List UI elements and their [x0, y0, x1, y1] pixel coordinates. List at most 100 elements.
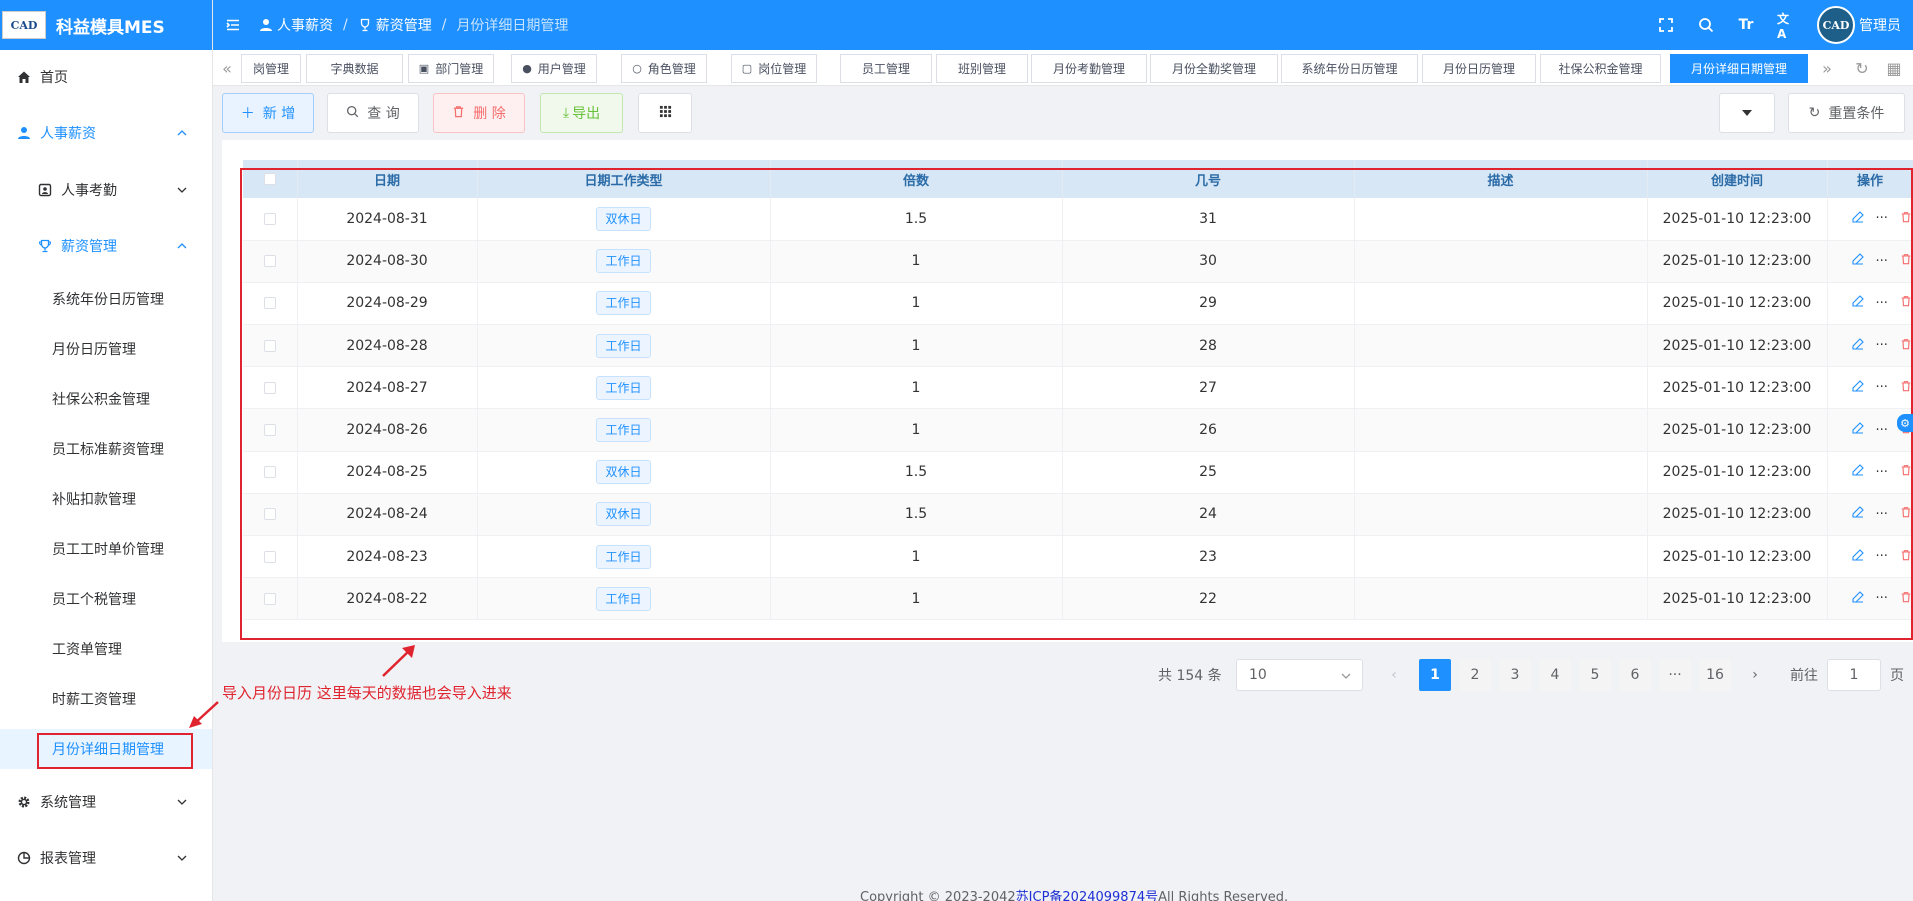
page-size-select[interactable]: 10: [1236, 659, 1363, 691]
floating-settings-icon[interactable]: ⚙: [1897, 414, 1913, 432]
tab-dict-data[interactable]: 字典数据: [306, 54, 403, 83]
trash-icon[interactable]: [1900, 506, 1912, 522]
page-number[interactable]: 16: [1699, 659, 1731, 691]
sidebar-item-hourly-price[interactable]: 员工工时单价管理: [0, 529, 212, 569]
menu-salary-mgmt[interactable]: 薪资管理: [0, 226, 212, 266]
tab-user-mgmt[interactable]: ● 用户管理: [511, 54, 597, 83]
edit-icon[interactable]: [1851, 591, 1864, 607]
table-row[interactable]: 2024-08-27 工作日 1 27 2025-01-10 12:23:00 ···: [243, 366, 1913, 410]
trash-icon[interactable]: [1900, 380, 1912, 396]
row-checkbox[interactable]: [263, 424, 276, 437]
menu-home[interactable]: 首页: [0, 57, 212, 97]
menu-hr-salary[interactable]: 人事薪资: [0, 113, 212, 153]
column-header-multiple[interactable]: 倍数: [770, 160, 1063, 198]
tab-year-calendar[interactable]: 系统年份日历管理: [1281, 54, 1418, 83]
page-number[interactable]: 3: [1499, 659, 1531, 691]
language-icon[interactable]: 文A: [1777, 12, 1795, 41]
table-row[interactable]: 2024-08-24 双休日 1.5 24 2025-01-10 12:23:00 ···: [243, 493, 1913, 537]
tab-role-mgmt[interactable]: ○ 角色管理: [621, 54, 707, 83]
column-header-date[interactable]: 日期: [297, 160, 478, 198]
tabs-scroll-right-icon[interactable]: »: [1813, 54, 1841, 83]
table-row[interactable]: 2024-08-29 工作日 1 29 2025-01-10 12:23:00 ···: [243, 282, 1913, 326]
menu-report-mgmt[interactable]: 报表管理: [0, 838, 212, 878]
tab-month-attendance[interactable]: 月份考勤管理: [1031, 54, 1147, 83]
table-row[interactable]: 2024-08-30 工作日 1 30 2025-01-10 12:23:00 ···: [243, 240, 1913, 283]
edit-icon[interactable]: [1851, 380, 1864, 396]
tab-month-bonus[interactable]: 月份全勤奖管理: [1150, 54, 1278, 83]
more-icon[interactable]: ···: [1876, 507, 1888, 522]
row-checkbox[interactable]: [263, 212, 276, 225]
column-header-type[interactable]: 日期工作类型: [477, 160, 771, 198]
trash-icon[interactable]: [1900, 591, 1912, 607]
table-row[interactable]: 2024-08-31 双休日 1.5 31 2025-01-10 12:23:00 ···: [243, 198, 1913, 241]
more-icon[interactable]: ···: [1876, 254, 1888, 269]
tab-shift-mgmt[interactable]: 班别管理: [936, 54, 1028, 83]
next-page-button[interactable]: ›: [1739, 659, 1771, 691]
prev-page-button[interactable]: ‹: [1378, 659, 1410, 691]
page-number[interactable]: 1: [1419, 659, 1451, 691]
trash-icon[interactable]: [1900, 295, 1912, 311]
more-icon[interactable]: ···: [1876, 465, 1888, 480]
query-button[interactable]: 查 询: [327, 93, 419, 133]
breadcrumb-item[interactable]: 人事薪资: [277, 15, 333, 35]
tab-employee-mgmt[interactable]: 员工管理: [840, 54, 932, 83]
table-row[interactable]: 2024-08-28 工作日 1 28 2025-01-10 12:23:00 ···: [243, 324, 1913, 368]
tab-social-insurance[interactable]: 社保公积金管理: [1540, 54, 1661, 83]
trash-icon[interactable]: [1900, 211, 1912, 227]
more-icon[interactable]: ···: [1876, 549, 1888, 564]
trash-icon[interactable]: [1900, 549, 1912, 565]
table-row[interactable]: 2024-08-22 工作日 1 22 2025-01-10 12:23:00 ···: [243, 577, 1913, 621]
page-number[interactable]: 4: [1539, 659, 1571, 691]
hamburger-icon[interactable]: [225, 17, 241, 33]
menu-system-mgmt[interactable]: 系统管理: [0, 782, 212, 822]
username[interactable]: 管理员: [1859, 15, 1901, 35]
table-row[interactable]: 2024-08-26 工作日 1 26 2025-01-10 12:23:00 ···: [243, 408, 1913, 452]
edit-icon[interactable]: [1851, 337, 1864, 354]
tab-position-mgmt[interactable]: ▢ 岗位管理: [731, 54, 817, 83]
sidebar-item-social-insurance[interactable]: 社保公积金管理: [0, 379, 212, 419]
sidebar-item-year-calendar[interactable]: 系统年份日历管理: [0, 279, 212, 319]
page-number[interactable]: 6: [1619, 659, 1651, 691]
edit-icon[interactable]: [1851, 422, 1864, 438]
table-row[interactable]: 2024-08-23 工作日 1 23 2025-01-10 12:23:00 ···: [243, 535, 1913, 579]
tab-dept-mgmt[interactable]: ▣ 部门管理: [408, 54, 494, 83]
more-icon[interactable]: ···: [1876, 423, 1888, 438]
edit-icon[interactable]: [1851, 464, 1864, 480]
trash-icon[interactable]: [1900, 338, 1912, 354]
tab-post-mgmt[interactable]: 岗管理: [241, 54, 301, 83]
row-checkbox[interactable]: [263, 592, 276, 605]
edit-icon[interactable]: [1851, 506, 1864, 522]
menu-hr-attendance[interactable]: 人事考勤: [0, 170, 212, 210]
table-row[interactable]: 2024-08-25 双休日 1.5 25 2025-01-10 12:23:00 ···: [243, 451, 1913, 494]
sidebar-item-income-tax[interactable]: 员工个税管理: [0, 579, 212, 619]
footer-icp-link[interactable]: 苏ICP备2024099874号: [1016, 890, 1158, 901]
edit-icon[interactable]: [1851, 211, 1864, 227]
font-size-icon[interactable]: Tr: [1737, 16, 1755, 34]
tab-month-detail-date[interactable]: 月份详细日期管理: [1670, 54, 1808, 83]
sidebar-item-payslip[interactable]: 工资单管理: [0, 629, 212, 669]
column-header-created[interactable]: 创建时间: [1647, 160, 1828, 198]
row-checkbox[interactable]: [263, 255, 276, 268]
avatar[interactable]: CAD: [1817, 6, 1855, 44]
row-checkbox[interactable]: [263, 381, 276, 394]
more-icon[interactable]: ···: [1876, 380, 1888, 395]
add-button[interactable]: ＋ 新 增: [222, 93, 314, 133]
tab-month-calendar[interactable]: 月份日历管理: [1422, 54, 1536, 83]
sidebar-item-hourly-wage[interactable]: 时薪工资管理: [0, 679, 212, 719]
more-icon[interactable]: ···: [1876, 338, 1888, 353]
edit-icon[interactable]: [1851, 253, 1864, 269]
sidebar-item-month-calendar[interactable]: 月份日历管理: [0, 329, 212, 369]
page-number[interactable]: 2: [1459, 659, 1491, 691]
row-checkbox[interactable]: [263, 508, 276, 521]
trash-icon[interactable]: [1900, 253, 1912, 269]
collapse-search-button[interactable]: [1719, 93, 1775, 133]
more-icon[interactable]: ···: [1876, 591, 1888, 606]
tabs-scroll-left-icon[interactable]: «: [213, 54, 241, 83]
export-button[interactable]: ⤓ 导出: [540, 93, 623, 133]
refresh-icon[interactable]: ↻: [1848, 54, 1876, 83]
edit-icon[interactable]: [1851, 548, 1864, 565]
row-checkbox[interactable]: [263, 466, 276, 479]
columns-toggle-button[interactable]: [638, 93, 692, 133]
sidebar-item-standard-salary[interactable]: 员工标准薪资管理: [0, 429, 212, 469]
trash-icon[interactable]: [1900, 464, 1912, 480]
